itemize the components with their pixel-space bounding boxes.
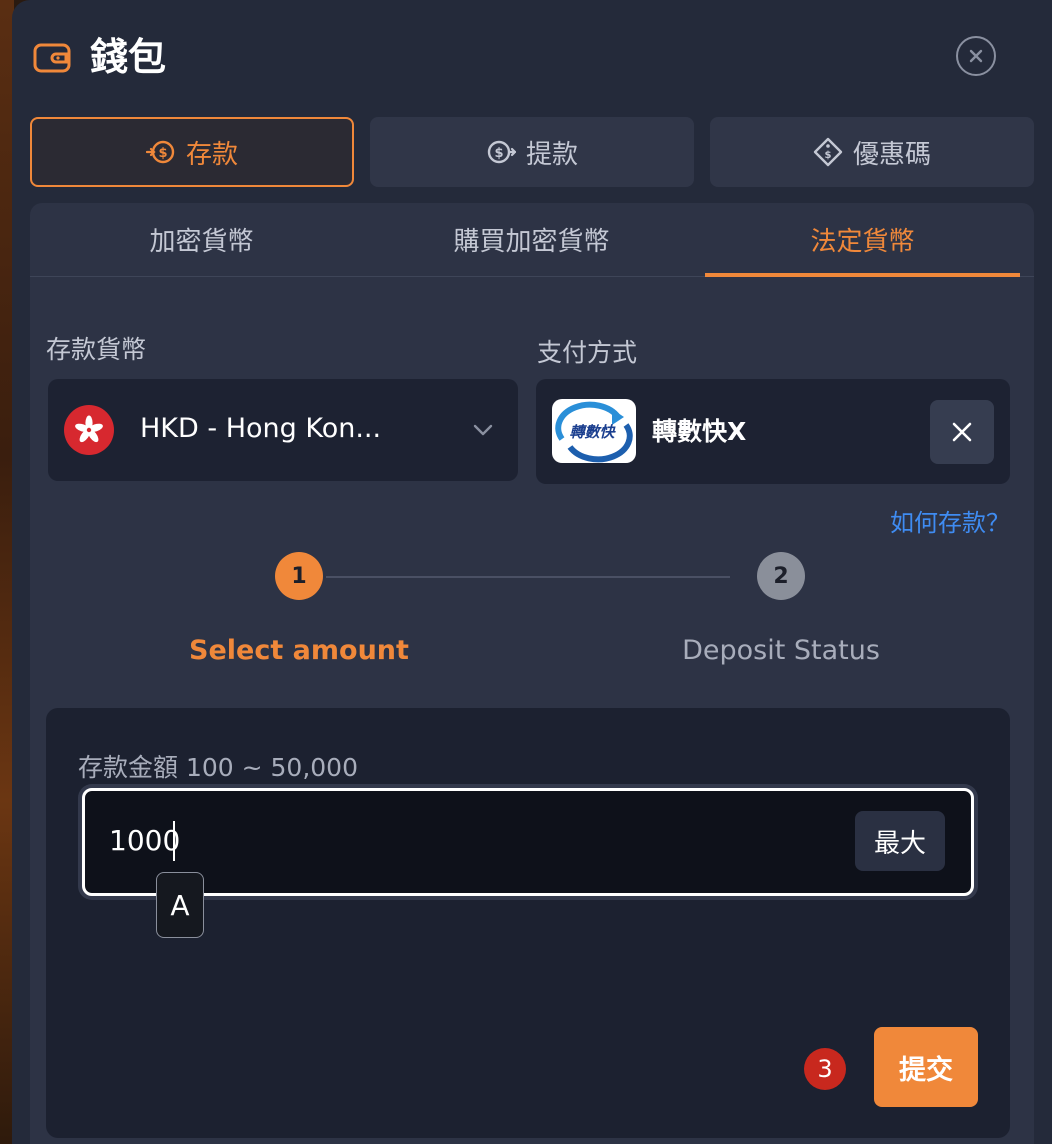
deposit-panel: 加密貨幣 購買加密貨幣 法定貨幣 存款貨幣 HKD - Hong Kon... … <box>30 203 1034 1144</box>
chevron-down-icon <box>473 424 493 436</box>
how-to-deposit-link[interactable]: 如何存款？ <box>890 503 1010 538</box>
currency-value: HKD - Hong Kon... <box>140 413 382 444</box>
tab-fiat-label: 法定貨幣 <box>810 227 915 257</box>
submit-button[interactable]: 提交 <box>874 1027 978 1107</box>
wallet-icon <box>33 43 71 73</box>
tab-withdraw-label: 提款 <box>525 139 578 170</box>
tab-crypto-label: 加密貨幣 <box>149 227 254 257</box>
close-icon <box>952 422 972 442</box>
tab-deposit[interactable]: $ 存款 <box>30 117 354 187</box>
payment-name: 轉數快X <box>652 417 747 446</box>
tab-withdraw[interactable]: $ 提款 <box>370 117 694 187</box>
currency-select[interactable]: HKD - Hong Kon... <box>48 379 518 481</box>
page-title: 錢包 <box>90 35 167 79</box>
currency-type-tabs: 加密貨幣 購買加密貨幣 法定貨幣 <box>30 203 1034 277</box>
step-1-label: Select amount <box>189 635 409 666</box>
main-tabs: $ 存款 $ 提款 $ 優惠碼 <box>30 117 1040 187</box>
keyboard-tooltip: A <box>156 872 204 938</box>
clear-payment-button[interactable] <box>930 400 994 464</box>
wallet-modal: 錢包 $ 存款 $ 提款 $ 優惠碼 加密貨幣 購買加密貨幣 法定貨幣 存款貨幣… <box>12 0 1052 1144</box>
payment-method-field[interactable]: 轉數快 轉數快X <box>536 379 1010 484</box>
coupon-tag-icon: $ <box>813 137 843 167</box>
tab-crypto[interactable]: 加密貨幣 <box>44 203 359 276</box>
tab-coupon-label: 優惠碼 <box>852 139 931 170</box>
amount-value: 1000 <box>109 824 181 857</box>
max-button[interactable]: 最大 <box>855 811 945 871</box>
amount-input[interactable]: 1000 最大 <box>82 788 974 896</box>
tab-coupon[interactable]: $ 優惠碼 <box>710 117 1034 187</box>
tab-buy-crypto-label: 購買加密貨幣 <box>453 227 610 257</box>
fps-logo: 轉數快 <box>552 399 636 463</box>
currency-label: 存款貨幣 <box>46 335 147 364</box>
close-icon <box>969 49 983 63</box>
modal-header: 錢包 <box>12 0 1052 110</box>
svg-text:轉數快: 轉數快 <box>569 423 616 441</box>
step-2-label: Deposit Status <box>682 635 880 666</box>
svg-text:$: $ <box>494 146 503 161</box>
tab-buy-crypto[interactable]: 購買加密貨幣 <box>374 203 689 276</box>
step-connector <box>326 576 730 578</box>
amount-range-label: 存款金額 100 ~ 50,000 <box>78 753 358 782</box>
step-2-indicator: 2 <box>757 552 805 600</box>
svg-text:$: $ <box>158 146 167 161</box>
tab-deposit-label: 存款 <box>185 139 238 170</box>
svg-text:$: $ <box>825 150 832 161</box>
step-annotation-badge: 3 <box>804 1048 846 1090</box>
payment-label: 支付方式 <box>537 338 638 367</box>
deposit-coin-icon: $ <box>145 140 175 164</box>
tab-fiat[interactable]: 法定貨幣 <box>705 203 1020 277</box>
text-cursor <box>173 821 175 861</box>
withdraw-coin-icon: $ <box>487 140 516 164</box>
hong-kong-flag-icon <box>64 405 114 455</box>
close-button[interactable] <box>956 36 996 76</box>
step-1-indicator: 1 <box>275 552 323 600</box>
